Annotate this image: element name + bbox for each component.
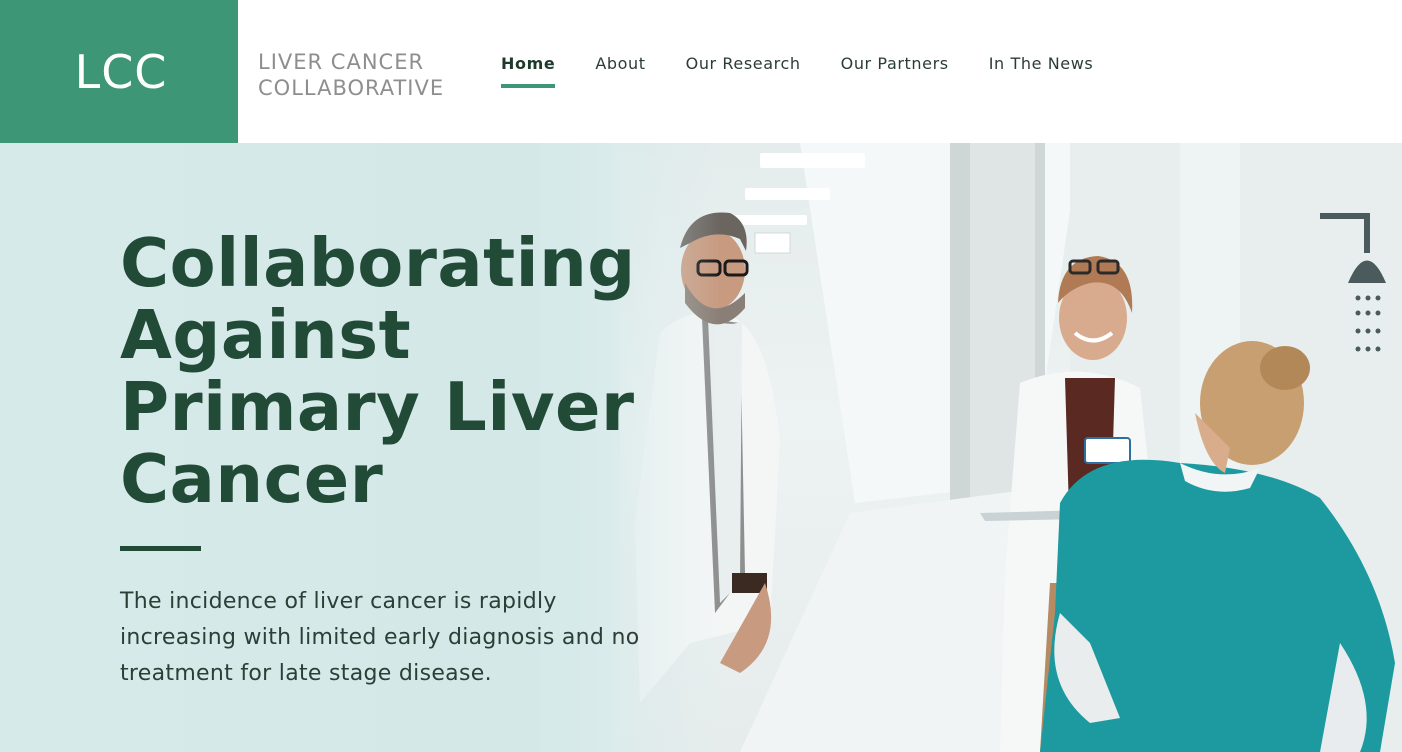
nav-item-label: Our Research: [685, 54, 801, 73]
site-header: LCC LIVER CANCER COLLABORATIVE Home Abou…: [0, 0, 1402, 143]
main-nav: Home About Our Research Our Partners In …: [501, 54, 1133, 88]
active-nav-indicator: [501, 84, 556, 88]
logo-block[interactable]: LCC: [0, 0, 238, 143]
nav-item-our-research[interactable]: Our Research: [686, 54, 801, 73]
nav-item-home[interactable]: Home: [501, 54, 556, 88]
nav-item-our-partners[interactable]: Our Partners: [841, 54, 949, 73]
nav-item-label: About: [595, 54, 646, 73]
nav-item-in-the-news[interactable]: In The News: [989, 54, 1094, 73]
hero-headline: Collaborating Against Primary Liver Canc…: [120, 224, 636, 518]
logo-wordmark[interactable]: LIVER CANCER COLLABORATIVE: [258, 49, 444, 101]
logo-mark: LCC: [74, 44, 168, 99]
hero-section: Collaborating Against Primary Liver Canc…: [0, 143, 1402, 752]
hero-description: The incidence of liver cancer is rapidly…: [120, 589, 640, 686]
logo-wordmark-line1: LIVER CANCER: [258, 50, 425, 74]
nav-item-about[interactable]: About: [595, 54, 645, 73]
nav-item-label: In The News: [988, 54, 1094, 73]
nav-item-label: Home: [501, 54, 556, 73]
logo-wordmark-line2: COLLABORATIVE: [258, 76, 445, 100]
headline-divider: [120, 546, 201, 551]
nav-item-label: Our Partners: [840, 54, 949, 73]
hero-photo: [635, 143, 1402, 752]
